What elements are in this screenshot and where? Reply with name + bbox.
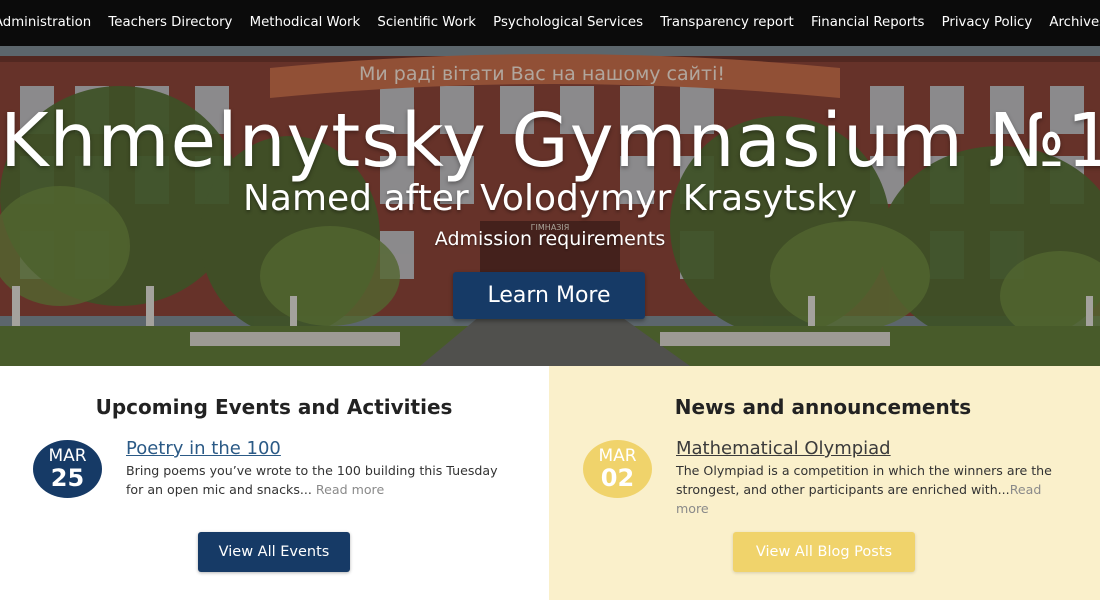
event-date-month: MAR: [48, 446, 87, 466]
news-description: The Olympiad is a competition in which t…: [676, 461, 1076, 518]
nav-item-psychological-services[interactable]: Psychological Services: [485, 0, 652, 46]
news-date-badge: MAR 02: [583, 440, 652, 498]
hero-banner: ГІМНАЗІЯ Ми раді вітати Вас на нашому са…: [0, 46, 1100, 366]
hero-subtitle: Named after Volodymyr Krasytsky: [242, 178, 858, 219]
nav-item-scientific-work[interactable]: Scientific Work: [369, 0, 485, 46]
nav-item-privacy-policy[interactable]: Privacy Policy: [933, 0, 1041, 46]
nav-item-administration[interactable]: Administration: [0, 0, 100, 46]
news-heading: News and announcements: [674, 395, 972, 419]
news-title-link[interactable]: Mathematical Olympiad: [676, 438, 891, 459]
news-section: News and announcements MAR 02 Mathematic…: [549, 366, 1100, 600]
news-date-day: 02: [600, 464, 635, 492]
nav-item-transparency-report[interactable]: Transparency report: [652, 0, 803, 46]
view-all-events-button[interactable]: View All Events: [198, 532, 350, 572]
news-description-text: The Olympiad is a competition in which t…: [676, 463, 1052, 497]
top-nav: Administration Teachers Directory Method…: [0, 0, 1100, 46]
learn-more-button[interactable]: Learn More: [453, 272, 645, 319]
event-date-day: 25: [50, 464, 85, 492]
event-read-more-link[interactable]: Read more: [316, 482, 384, 497]
hero-title: Khmelnytsky Gymnasium №1: [0, 98, 1100, 184]
events-section: Upcoming Events and Activities MAR 25 Po…: [0, 366, 549, 600]
event-description-text: Bring poems you’ve wrote to the 100 buil…: [126, 463, 498, 497]
event-title-link[interactable]: Poetry in the 100: [126, 438, 281, 459]
nav-item-methodical-work[interactable]: Methodical Work: [241, 0, 369, 46]
nav-item-archives[interactable]: Archives: [1041, 0, 1100, 46]
view-all-blog-posts-button[interactable]: View All Blog Posts: [733, 532, 915, 572]
events-heading: Upcoming Events and Activities: [95, 395, 453, 419]
news-date-month: MAR: [598, 446, 637, 466]
nav-item-financial-reports[interactable]: Financial Reports: [802, 0, 933, 46]
nav-item-teachers-directory[interactable]: Teachers Directory: [100, 0, 241, 46]
admission-requirements-text: Admission requirements: [434, 228, 666, 250]
event-date-badge: MAR 25: [33, 440, 102, 498]
event-description: Bring poems you’ve wrote to the 100 buil…: [126, 461, 516, 499]
